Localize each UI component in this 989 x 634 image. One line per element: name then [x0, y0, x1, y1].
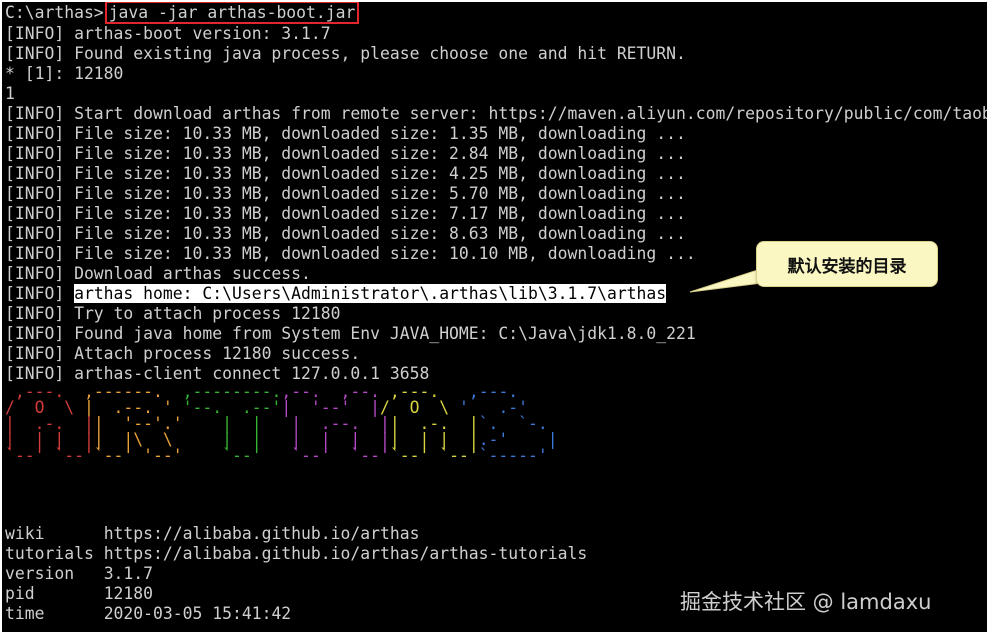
command-highlight-box: java -jar arthas-boot.jar [104, 2, 360, 24]
info-value: https://alibaba.github.io/arthas [103, 524, 420, 543]
output-line: [INFO] File size: 10.33 MB, downloaded s… [5, 204, 686, 223]
logo-row: `--' `--'`--' '--' `--' `--' `--'`--' `-… [5, 446, 568, 465]
info-key: tutorials [5, 544, 104, 563]
output-line: [INFO] File size: 10.33 MB, downloaded s… [5, 164, 686, 183]
screenshot: C:\arthas> java -jar arthas-boot.jar [INF… [0, 0, 989, 634]
prompt: C:\arthas> [5, 3, 104, 22]
logo-letter-segment: `--' `--' [5, 446, 94, 465]
command-text: java -jar arthas-boot.jar [108, 3, 356, 22]
logo-letter-segment: `--' `--' [291, 446, 390, 465]
logo-letter-segment: `--' '--' [93, 446, 193, 465]
info-key: pid [5, 584, 104, 603]
arthas-home-path-highlight: arthas home: C:\Users\Administrator\.art… [74, 284, 667, 303]
home-prefix: [INFO] [5, 284, 75, 303]
arthas-ascii-logo: ,---. ,------. ,--------.,--. ,--. ,---.… [5, 383, 568, 465]
info-row-wiki: wiki https://alibaba.github.io/arthas [5, 524, 419, 544]
prompt-line: C:\arthas> java -jar arthas-boot.jar [5, 2, 360, 24]
output-line: [INFO] File size: 10.33 MB, downloaded s… [5, 184, 686, 203]
output-line: [INFO] Attach process 12180 success. [5, 344, 361, 363]
logo-letter-segment: `-----' [478, 446, 568, 465]
output-line: [INFO] arthas-client connect 127.0.0.1 3… [5, 364, 430, 383]
output-line: [INFO] Try to attach process 12180 [5, 304, 341, 323]
output-line: [INFO] File size: 10.33 MB, downloaded s… [5, 124, 686, 143]
output-line: [INFO] File size: 10.33 MB, downloaded s… [5, 224, 686, 243]
output-line: [INFO] File size: 10.33 MB, downloaded s… [5, 244, 696, 263]
info-value: 3.1.7 [103, 564, 154, 583]
info-key: wiki [5, 524, 104, 543]
logo-letter-segment: `--' [192, 446, 292, 465]
output-line: [INFO] File size: 10.33 MB, downloaded s… [5, 144, 686, 163]
callout-text: 默认安装的目录 [787, 256, 907, 277]
logo-letter-segment: `--' `--' [389, 446, 479, 465]
info-value: https://alibaba.github.io/arthas/arthas-… [103, 544, 588, 563]
output-line: 1 [5, 84, 15, 103]
terminal-window[interactable]: C:\arthas> java -jar arthas-boot.jar [INF… [2, 2, 987, 632]
output-line: [INFO] arthas-boot version: 3.1.7 [5, 24, 331, 43]
info-row-version: version 3.1.7 [5, 564, 153, 584]
output-line: [INFO] Found java home from System Env J… [5, 324, 696, 343]
info-key: version [5, 564, 104, 583]
output-line: [INFO] Found existing java process, plea… [5, 44, 686, 63]
info-row-tutorials: tutorials https://alibaba.github.io/arth… [5, 544, 587, 564]
annotation-callout: 默认安装的目录 [756, 241, 938, 287]
output-line: [INFO] Download arthas success. [5, 264, 311, 283]
output-line: [INFO] Start download arthas from remote… [5, 104, 987, 123]
info-value: 12180 [103, 584, 154, 603]
output-line: * [1]: 12180 [5, 64, 124, 83]
info-key: time [5, 604, 104, 623]
info-value: 2020-03-05 15:41:42 [103, 604, 292, 623]
info-row-pid: pid 12180 [5, 584, 153, 604]
watermark: 掘金技术社区 @ lamdaxu [680, 590, 932, 614]
arthas-home-line: [INFO] arthas home: C:\Users\Administrat… [5, 284, 667, 304]
info-row-time: time 2020-03-05 15:41:42 [5, 604, 291, 624]
